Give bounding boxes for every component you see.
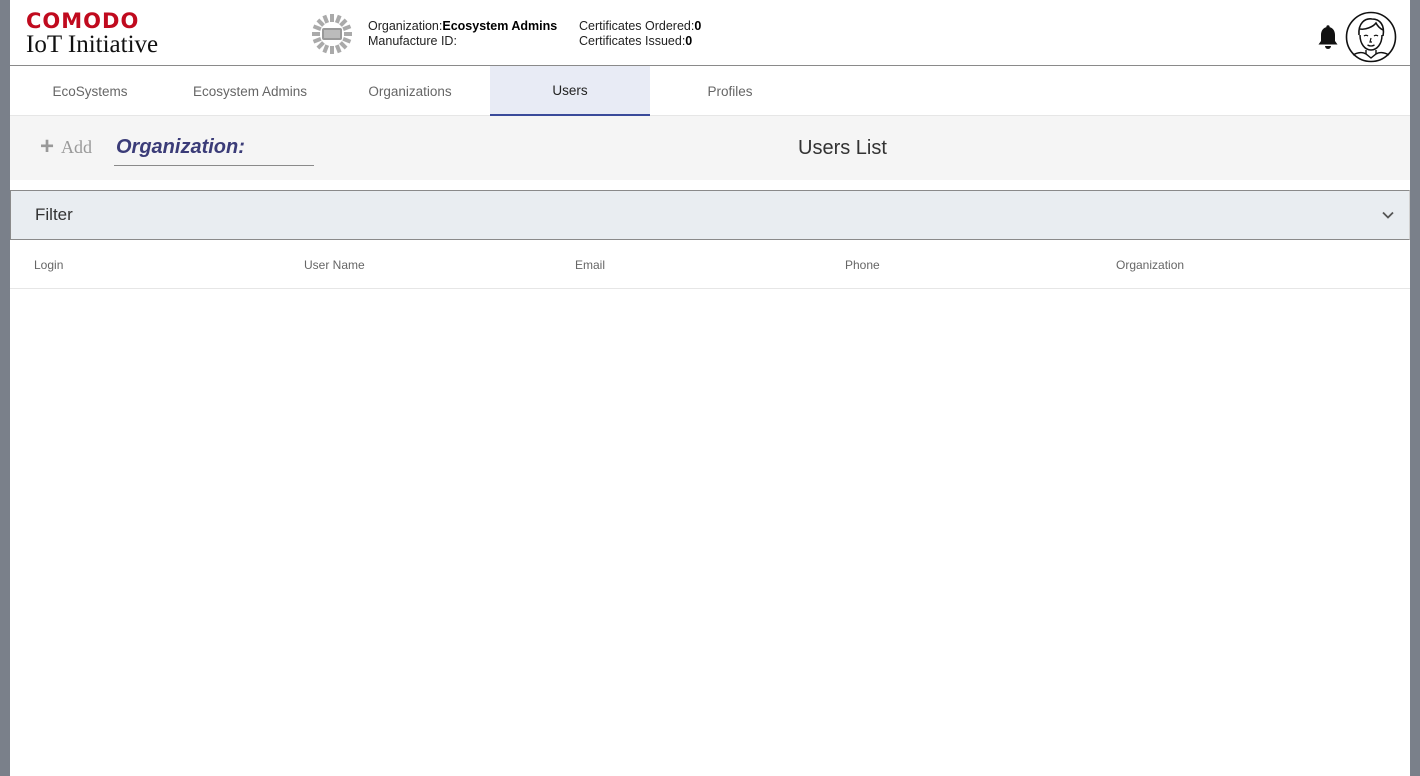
certs-issued-value: 0 bbox=[685, 34, 693, 48]
column-login[interactable]: Login bbox=[34, 258, 63, 272]
bell-icon[interactable] bbox=[1316, 25, 1340, 51]
plus-icon: + bbox=[40, 133, 55, 160]
certs-issued-label: Certificates Issued: bbox=[579, 34, 686, 48]
app-window: COMODO IoT Initiative Organization:Ecosy… bbox=[10, 0, 1410, 776]
org-label: Organization: bbox=[368, 19, 443, 33]
tab-organizations[interactable]: Organizations bbox=[330, 66, 490, 116]
tab-users[interactable]: Users bbox=[490, 66, 650, 116]
tab-profiles[interactable]: Profiles bbox=[650, 66, 810, 116]
main-tabs: EcoSystems Ecosystem Admins Organization… bbox=[10, 66, 1410, 116]
org-line: Organization:Ecosystem Admins bbox=[368, 19, 557, 34]
organization-info: Organization:Ecosystem Admins Manufactur… bbox=[368, 19, 557, 49]
certs-ordered-value: 0 bbox=[694, 19, 702, 33]
brand-logo[interactable]: COMODO IoT Initiative bbox=[26, 10, 158, 58]
tab-ecosystems[interactable]: EcoSystems bbox=[10, 66, 170, 116]
app-header: COMODO IoT Initiative Organization:Ecosy… bbox=[10, 0, 1410, 66]
brand-name: COMODO bbox=[26, 9, 140, 33]
organization-select[interactable]: Organization: bbox=[114, 132, 314, 166]
page-title: Users List bbox=[798, 137, 887, 159]
column-email[interactable]: Email bbox=[575, 258, 605, 272]
users-table-header: Login User Name Email Phone Organization bbox=[10, 240, 1410, 289]
filter-panel-toggle[interactable]: Filter bbox=[10, 190, 1410, 240]
user-avatar-icon[interactable] bbox=[1345, 11, 1397, 63]
add-button-label: Add bbox=[61, 137, 93, 157]
certificates-info: Certificates Ordered:0 Certificates Issu… bbox=[579, 19, 701, 49]
manufacture-label: Manufacture ID: bbox=[368, 34, 457, 48]
column-phone[interactable]: Phone bbox=[845, 258, 880, 272]
manufacture-line: Manufacture ID: bbox=[368, 34, 557, 49]
tab-ecosystem-admins[interactable]: Ecosystem Admins bbox=[170, 66, 330, 116]
users-toolbar: + Add Organization: Users List bbox=[10, 116, 1410, 180]
filter-label: Filter bbox=[35, 205, 73, 224]
column-user-name[interactable]: User Name bbox=[304, 258, 365, 272]
certs-ordered-label: Certificates Ordered: bbox=[579, 19, 695, 33]
org-logo-placeholder-icon bbox=[312, 14, 352, 54]
certs-issued-line: Certificates Issued:0 bbox=[579, 34, 701, 49]
column-organization[interactable]: Organization bbox=[1116, 258, 1184, 272]
add-user-button[interactable]: + Add bbox=[40, 135, 92, 159]
chevron-down-icon bbox=[1382, 211, 1394, 219]
certs-ordered-line: Certificates Ordered:0 bbox=[579, 19, 701, 34]
brand-subtitle: IoT Initiative bbox=[26, 31, 159, 58]
org-value: Ecosystem Admins bbox=[442, 19, 558, 33]
